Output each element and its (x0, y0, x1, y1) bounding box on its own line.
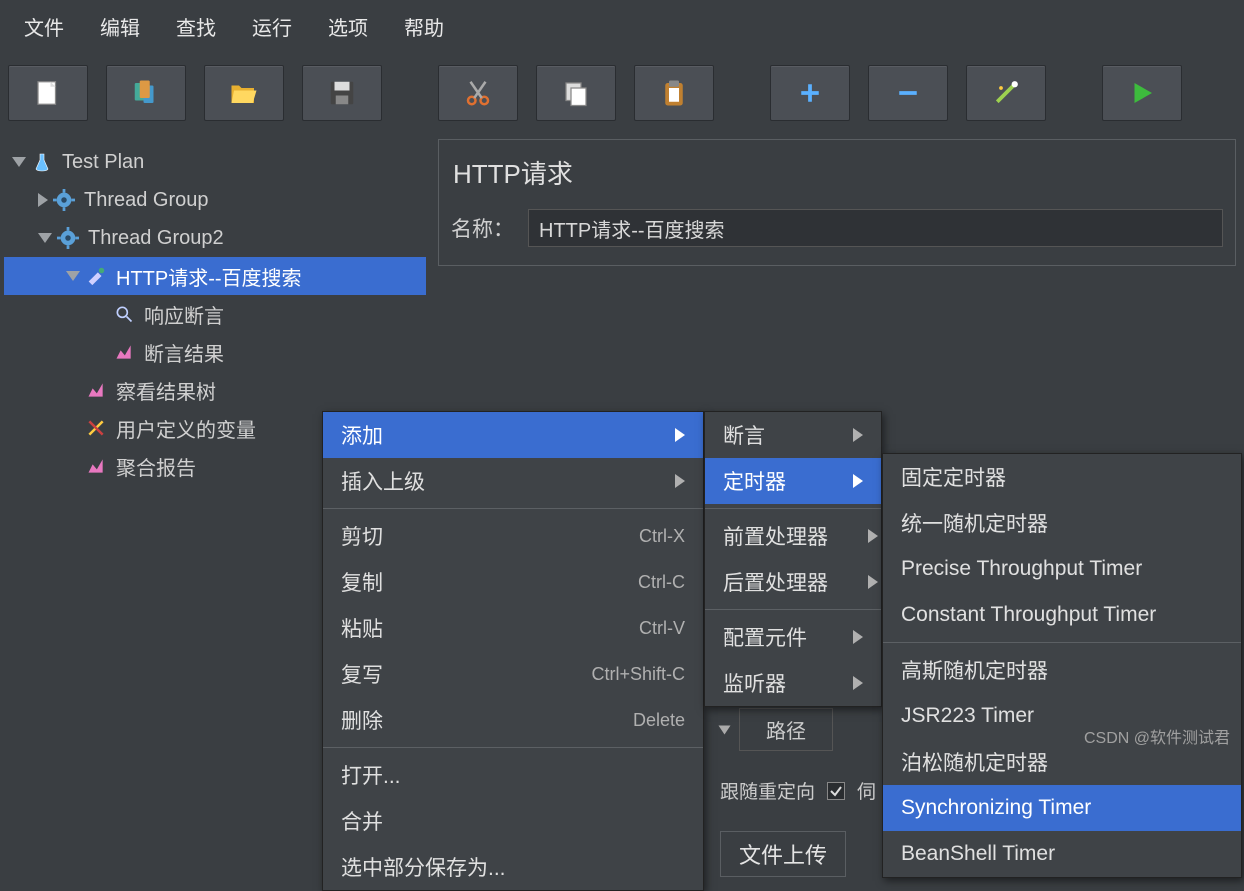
play-icon[interactable] (1102, 65, 1182, 121)
tree-item-label: Thread Group (84, 189, 209, 212)
ctx-assertions[interactable]: 断言 (705, 412, 881, 458)
gear-icon (56, 226, 80, 250)
cut-icon[interactable] (438, 65, 518, 121)
wand-icon[interactable] (966, 65, 1046, 121)
tree-root[interactable]: Test Plan (4, 143, 426, 181)
ctx-beanshell-timer[interactable]: BeanShell Timer (883, 831, 1241, 877)
ctx-save-selection[interactable]: 选中部分保存为... (323, 844, 703, 890)
ctx-insert-parent[interactable]: 插入上级 (323, 458, 703, 504)
ctx-preprocessor[interactable]: 前置处理器 (705, 513, 881, 559)
sampler-icon (84, 264, 108, 288)
checkbox-icon[interactable] (827, 782, 845, 800)
context-menu-add: 断言 定时器 前置处理器 后置处理器 配置元件 监听器 (704, 411, 882, 707)
panel-title: HTTP请求 (451, 148, 1223, 209)
chart-icon (112, 340, 136, 364)
tree-view-results[interactable]: 察看结果树 (4, 371, 426, 409)
ctx-synchronizing-timer[interactable]: Synchronizing Timer (883, 785, 1241, 831)
menu-options[interactable]: 选项 (314, 6, 382, 47)
ctx-constant-throughput[interactable]: Constant Throughput Timer (883, 592, 1241, 638)
tree-http-request[interactable]: HTTP请求--百度搜索 (4, 257, 426, 295)
chart-icon (84, 378, 108, 402)
ctx-precise-throughput[interactable]: Precise Throughput Timer (883, 546, 1241, 592)
toolbar (0, 53, 1244, 133)
menu-edit[interactable]: 编辑 (86, 6, 154, 47)
save-icon[interactable] (302, 65, 382, 121)
menubar: 文件 编辑 查找 运行 选项 帮助 (0, 0, 1244, 53)
watermark: CSDN @软件测试君 (1084, 724, 1230, 748)
gear-icon (52, 188, 76, 212)
tree-item-label: 察看结果树 (116, 376, 216, 405)
copy-icon[interactable] (536, 65, 616, 121)
tree-item-label: HTTP请求--百度搜索 (116, 262, 302, 291)
name-input[interactable] (528, 209, 1223, 247)
magnifier-icon (112, 302, 136, 326)
ctx-copy[interactable]: 复制Ctrl-C (323, 559, 703, 605)
ctx-paste[interactable]: 粘贴Ctrl-V (323, 605, 703, 651)
tree-item-label: 响应断言 (144, 300, 224, 329)
ctx-timer[interactable]: 定时器 (705, 458, 881, 504)
menu-file[interactable]: 文件 (10, 6, 78, 47)
tree-item-label: 断言结果 (144, 338, 224, 367)
tree-item-label: Thread Group2 (88, 227, 224, 250)
ctx-gaussian-timer[interactable]: 高斯随机定时器 (883, 647, 1241, 693)
ctx-listener[interactable]: 监听器 (705, 660, 881, 706)
chart-icon (84, 454, 108, 478)
behind-redirect: 跟随重定向 伺 (720, 777, 876, 804)
ctx-add[interactable]: 添加 (323, 412, 703, 458)
behind-path: 路径 (720, 708, 833, 751)
ctx-merge[interactable]: 合并 (323, 798, 703, 844)
context-menu-main: 添加 插入上级 剪切Ctrl-X 复制Ctrl-C 粘贴Ctrl-V 复写Ctr… (322, 411, 704, 891)
tree-root-label: Test Plan (62, 151, 144, 174)
paste-icon[interactable] (634, 65, 714, 121)
ctx-config[interactable]: 配置元件 (705, 614, 881, 660)
ctx-open[interactable]: 打开... (323, 752, 703, 798)
open-icon[interactable] (204, 65, 284, 121)
tree-response-assertion[interactable]: 响应断言 (4, 295, 426, 333)
tree-item-label: 聚合报告 (116, 452, 196, 481)
name-label: 名称： (451, 213, 514, 243)
ctx-delete[interactable]: 删除Delete (323, 697, 703, 743)
templates-icon[interactable] (106, 65, 186, 121)
ctx-postprocessor[interactable]: 后置处理器 (705, 559, 881, 605)
behind-upload[interactable]: 文件上传 (720, 831, 846, 877)
tree-assertion-result[interactable]: 断言结果 (4, 333, 426, 371)
minus-icon[interactable] (868, 65, 948, 121)
new-file-icon[interactable] (8, 65, 88, 121)
ctx-duplicate[interactable]: 复写Ctrl+Shift-C (323, 651, 703, 697)
ctx-uniform-random-timer[interactable]: 统一随机定时器 (883, 500, 1241, 546)
context-menu-timers: 固定定时器 统一随机定时器 Precise Throughput Timer C… (882, 453, 1242, 878)
flask-icon (30, 150, 54, 174)
menu-run[interactable]: 运行 (238, 6, 306, 47)
tools-icon (84, 416, 108, 440)
menu-search[interactable]: 查找 (162, 6, 230, 47)
tree-thread-group[interactable]: Thread Group (4, 181, 426, 219)
tree-thread-group2[interactable]: Thread Group2 (4, 219, 426, 257)
ctx-cut[interactable]: 剪切Ctrl-X (323, 513, 703, 559)
plus-icon[interactable] (770, 65, 850, 121)
menu-help[interactable]: 帮助 (390, 6, 458, 47)
tree-item-label: 用户定义的变量 (116, 414, 256, 443)
ctx-constant-timer[interactable]: 固定定时器 (883, 454, 1241, 500)
